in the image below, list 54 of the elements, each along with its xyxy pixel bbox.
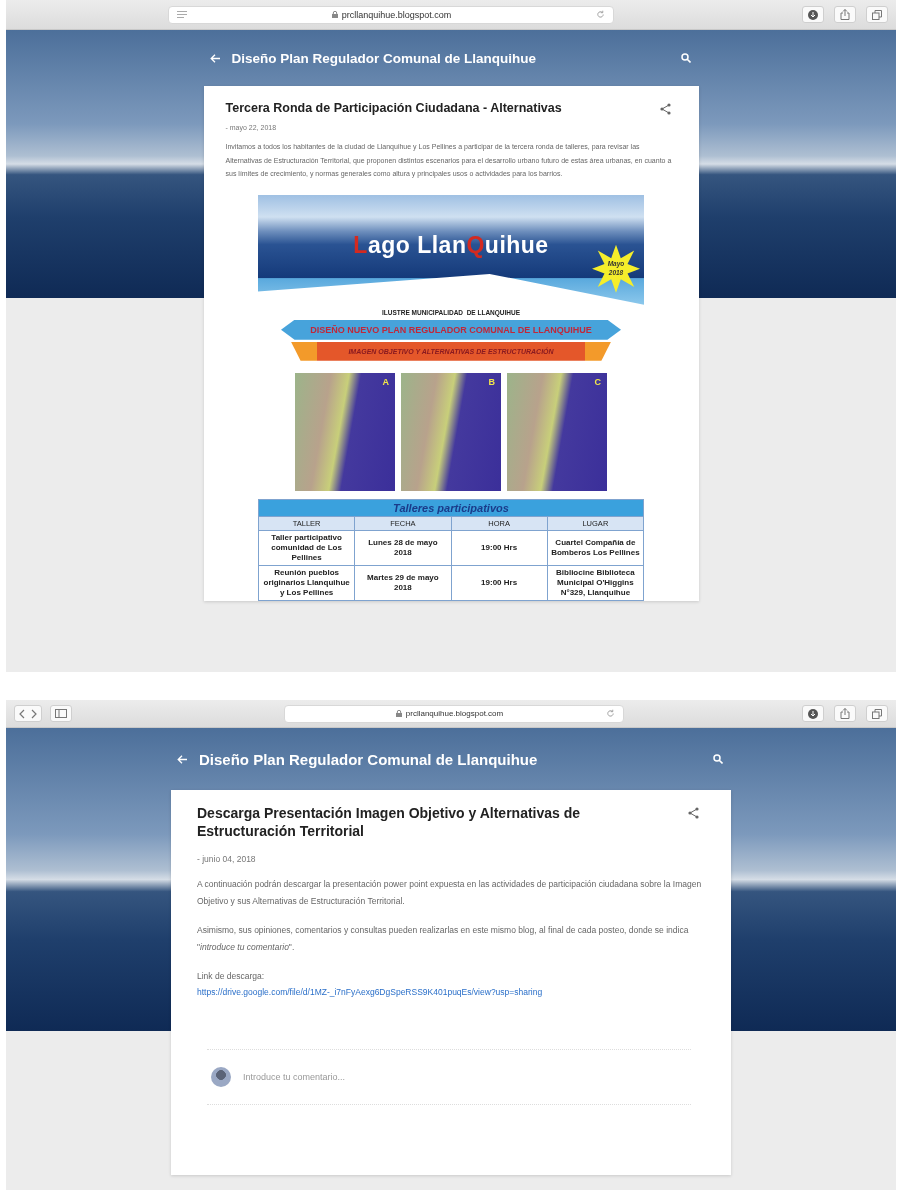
lock-icon [331,11,338,18]
table-cell: Reunión pueblos originarios Llanquihue y Los Pellines [258,565,355,601]
post-paragraph: Asimismo, sus opiniones, comentarios y consultas pueden realizarlas en este mismo blog, al final de cada posteo, donde se indica "introduce tu comentario". [197,924,690,955]
download-icon [808,708,818,719]
share-icon [840,708,850,719]
address-bar[interactable]: prcllanquihue.blogspot.com [168,5,614,24]
post-title[interactable]: Descarga Presentación Imagen Objetivo y Alternativas de Estructuración Territorial [197,804,667,841]
list-icon[interactable] [177,11,187,18]
download-link[interactable]: https://drive.google.com/file/d/1MZ-_i7nFyAexg6DgSpeRSS9K401puqEs/view?usp=sharing [197,985,705,1000]
share-icon[interactable] [688,807,699,819]
map-letter: A [382,376,389,387]
search-icon[interactable] [680,53,691,63]
back-arrow-icon[interactable] [177,754,187,764]
url-text: prcllanquihue.blogspot.com [405,709,504,718]
comment-field[interactable]: Introduce tu comentario... [241,1071,687,1084]
post-title[interactable]: Tercera Ronda de Participación Ciudadana - Alternativas [225,100,562,117]
back-arrow-icon[interactable] [209,53,220,63]
share-icon [840,9,850,20]
table-cell: 19:00 Hrs [451,530,548,566]
sidebar-button[interactable] [50,705,72,722]
share-button[interactable] [834,705,856,722]
chevrons-icon [19,708,37,719]
back-forward-buttons[interactable] [14,705,42,722]
table-cell: Martes 29 de mayo 2018 [354,565,451,601]
table-cell: Taller participativo comunidad de Los Pellines [258,530,355,566]
address-bar[interactable]: prcllanquihue.blogspot.com [284,704,624,723]
title-ribbon: DISEÑO NUEVO PLAN REGULADOR COMUNAL DE LLANQUIHUE [281,319,621,340]
share-button[interactable] [834,6,856,23]
url-text: prcllanquihue.blogspot.com [341,9,452,20]
post-date: - junio 04, 2018 [197,854,257,865]
table-cell: 19:00 Hrs [451,565,548,601]
download-icon [808,9,818,20]
blog-title[interactable]: Diseño Plan Regulador Comunal de Llanquihue [199,750,538,768]
table-cell: Cuartel Compañía de Bomberos Los Pellines [547,530,644,566]
table-title: Talleres participativos [258,499,644,517]
blog-title[interactable]: Diseño Plan Regulador Comunal de Llanquihue [231,50,537,66]
table-cell: Lunes 28 de mayo 2018 [354,530,451,566]
tabs-icon [872,9,882,20]
sidebar-icon [55,709,67,718]
tabs-button[interactable] [866,6,888,23]
post-paragraph: A continuación podrán descargar la presentación power point expuesta en las actividades de participación ciudadana sobre la Imagen Objetivo y sus Alternativas de Estructuración Territorial. [197,878,703,909]
tabs-button[interactable] [866,705,888,722]
tabs-icon [872,708,882,719]
download-label: Link de descarga: [197,970,266,984]
avatar-icon [211,1067,231,1088]
share-icon[interactable] [659,103,671,115]
search-icon[interactable] [713,754,723,764]
lock-icon [395,710,402,717]
table-cell: Bibliocine Biblioteca Municipal O'Higgins N°329, Llanquihue [547,565,644,601]
map-letter: B [488,376,495,387]
map-letter: C [594,376,601,387]
download-button[interactable] [802,705,824,722]
download-button[interactable] [802,6,824,23]
logo-text: Lago LlanQuihue [353,232,549,260]
